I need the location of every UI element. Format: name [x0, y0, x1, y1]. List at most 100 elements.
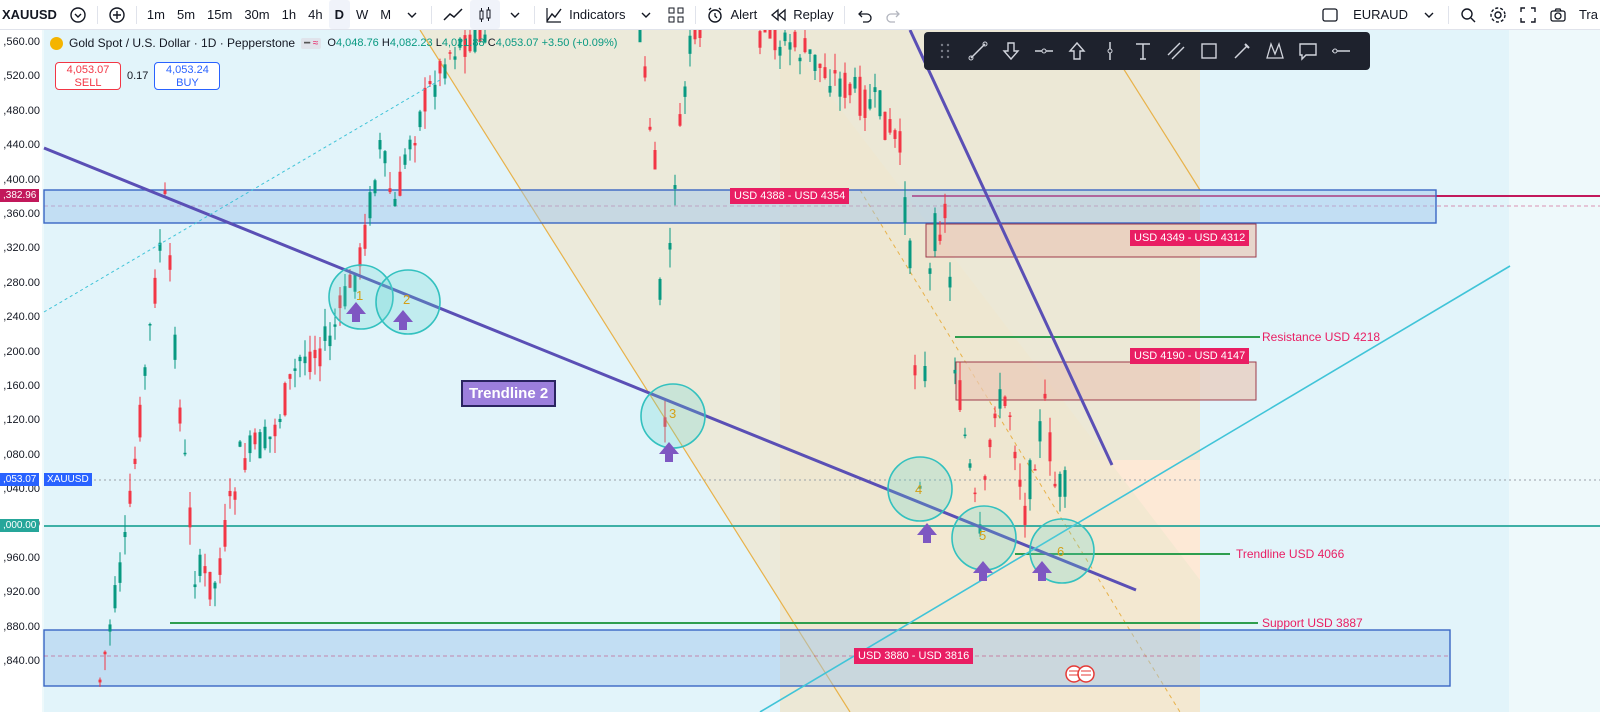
interval-1mo[interactable]: M: [374, 0, 397, 29]
interval-1w[interactable]: W: [350, 0, 374, 29]
drag-handle-icon[interactable]: [934, 40, 956, 62]
trend-line-tool-icon[interactable]: [967, 40, 989, 62]
candle-body: [138, 404, 142, 438]
candle-body: [358, 247, 362, 267]
candle-body: [928, 268, 932, 274]
candle-body: [868, 99, 872, 109]
candle-body: [813, 54, 817, 71]
candle-body: [128, 490, 132, 504]
text-tool-icon[interactable]: [1132, 40, 1154, 62]
symbol-search[interactable]: XAUUSD: [0, 0, 63, 29]
price-axis-label: ,240.00: [3, 311, 40, 324]
indicators-icon: [546, 7, 562, 23]
trade-label: Tra: [1578, 7, 1598, 22]
zoom-search-icon[interactable]: [1453, 0, 1483, 29]
symbol-info-icon[interactable]: [63, 0, 93, 29]
interval-5m[interactable]: 5m: [171, 0, 201, 29]
horizontal-line-tool-icon[interactable]: [1330, 40, 1352, 62]
interval-15m[interactable]: 15m: [201, 0, 238, 29]
price-axis-label: ,360.00: [3, 208, 40, 220]
interval-1d[interactable]: D: [328, 0, 350, 29]
pattern-tool-icon[interactable]: [1264, 40, 1286, 62]
candle-body: [783, 32, 787, 42]
arrow-down-tool-icon[interactable]: [1000, 40, 1022, 62]
candle-body: [683, 86, 687, 97]
candle-body: [173, 334, 177, 360]
touch-label-1: 1: [356, 288, 364, 303]
price-axis-label: ,480.00: [3, 104, 40, 117]
candle-body: [638, 30, 642, 43]
candle-body: [263, 426, 267, 449]
rectangle-tool-icon[interactable]: [1198, 40, 1220, 62]
candle-body: [143, 367, 147, 376]
interval-dropdown-icon[interactable]: [397, 0, 427, 29]
candle-body: [923, 366, 927, 382]
candle-body: [188, 507, 192, 528]
chart-type-dropdown-icon[interactable]: [500, 0, 530, 29]
buy-button[interactable]: 4,053.24 BUY: [154, 62, 221, 90]
trade-button[interactable]: Tra: [1573, 0, 1600, 29]
candles-icon[interactable]: [470, 0, 501, 29]
indicators-dropdown-icon[interactable]: [631, 0, 661, 29]
price-axis[interactable]: ,560.00 ,520.00 ,480.00 ,440.00 ,400.00 ,360.…: [0, 30, 42, 712]
candle-body: [393, 198, 397, 207]
price-axis-label: ,880.00: [3, 620, 40, 633]
interval-1h[interactable]: 1h: [276, 0, 302, 29]
candle-body: [323, 326, 327, 341]
candle-body: [163, 190, 167, 194]
interval-4h[interactable]: 4h: [302, 0, 328, 29]
compare-symbol-button[interactable]: EURAUD: [1315, 0, 1414, 29]
trendline-2-label[interactable]: Trendline 2: [461, 380, 557, 407]
settings-gear-icon[interactable]: [1483, 0, 1513, 29]
arrow-up-tool-icon[interactable]: [1066, 40, 1088, 62]
candle-body: [963, 434, 967, 437]
camera-icon[interactable]: [1543, 0, 1573, 29]
candle-body: [778, 46, 782, 56]
brush-tool-icon[interactable]: [1231, 40, 1253, 62]
candle-body: [313, 349, 317, 359]
replay-button[interactable]: Replay: [763, 0, 839, 29]
divider: [1447, 5, 1449, 24]
templates-grid-icon[interactable]: [661, 0, 691, 29]
candle-body: [148, 324, 152, 326]
callout-tool-icon[interactable]: [1297, 40, 1319, 62]
parallel-channel-tool-icon[interactable]: [1165, 40, 1187, 62]
alert-button[interactable]: Alert: [700, 0, 763, 29]
candle-body: [938, 234, 942, 241]
chart-area[interactable]: USD 4388 - USD 4354 USD 4349 - USD 4312 …: [0, 30, 1600, 712]
price-chart[interactable]: [0, 30, 1600, 712]
current-price-tag: ,053.07: [0, 473, 40, 486]
sell-button[interactable]: 4,053.07 SELL: [55, 62, 121, 90]
legend-visibility-icon[interactable]: ━ ≈: [301, 37, 322, 49]
interval-30m[interactable]: 30m: [238, 0, 275, 29]
candle-body: [333, 324, 337, 327]
fullscreen-icon[interactable]: [1513, 0, 1543, 29]
candle-body: [818, 63, 822, 68]
candle-body: [403, 154, 407, 165]
zone-label-4349: USD 4349 - USD 4312: [1130, 230, 1250, 246]
candle-body: [198, 554, 202, 576]
candle-body: [238, 441, 242, 447]
horizontal-ray-tool-icon[interactable]: [1033, 40, 1055, 62]
chart-legend[interactable]: Gold Spot / U.S. Dollar · 1D · Peppersto…: [50, 36, 617, 50]
candle-body: [453, 56, 457, 60]
touch-label-5: 5: [979, 528, 987, 543]
economic-event-flag-icon[interactable]: [1065, 665, 1095, 683]
candle-body: [678, 114, 682, 126]
candle-body: [363, 224, 367, 249]
interval-1m[interactable]: 1m: [141, 0, 171, 29]
indicators-button[interactable]: Indicators: [539, 0, 631, 29]
candle-body: [1028, 460, 1032, 500]
undo-icon[interactable]: [849, 0, 879, 29]
price-axis-label: ,840.00: [3, 655, 40, 668]
redo-icon[interactable]: [879, 0, 909, 29]
compare-add-icon[interactable]: [102, 0, 132, 29]
candle-body: [658, 278, 662, 300]
compare-dropdown-icon[interactable]: [1414, 0, 1444, 29]
candle-body: [203, 566, 207, 574]
quick-trade-panel: 4,053.07 SELL 0.17 4,053.24 BUY: [55, 62, 221, 90]
support-label: Support USD 3887: [1262, 616, 1363, 630]
candle-body: [103, 651, 107, 655]
line-chart-icon[interactable]: [436, 0, 470, 29]
vertical-line-tool-icon[interactable]: [1099, 40, 1121, 62]
